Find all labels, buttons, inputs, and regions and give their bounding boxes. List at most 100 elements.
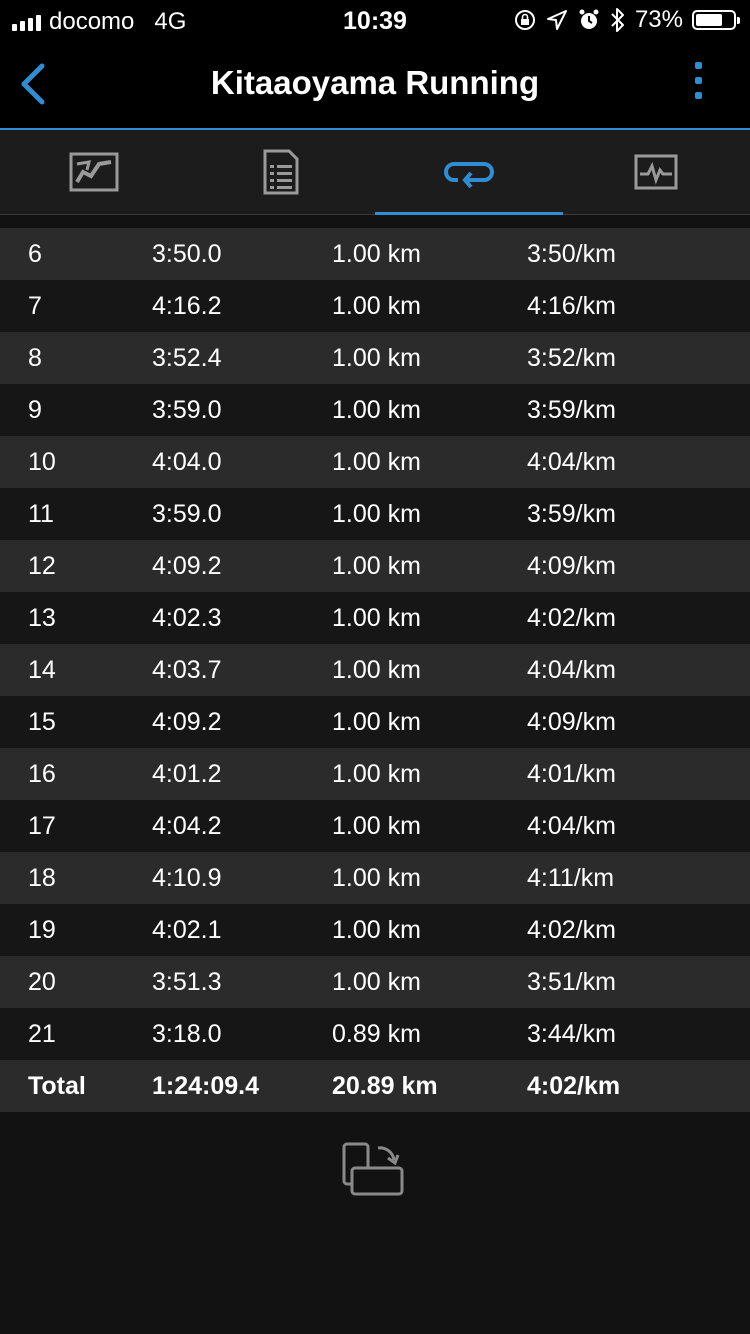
- lap-time-cell: 4:04.2: [152, 811, 222, 840]
- status-bar: docomo 4G 10:39 73%: [0, 0, 750, 40]
- lap-distance-cell: 1.00 km: [332, 499, 421, 528]
- total-row: Total 1:24:09.4 20.89 km 4:02/km: [0, 1060, 750, 1112]
- lap-pace-cell: 3:50/km: [527, 239, 616, 268]
- lap-pace-cell: 3:44/km: [527, 1019, 616, 1048]
- lap-pace-cell: 4:09/km: [527, 551, 616, 580]
- lap-pace-cell: 4:04/km: [527, 811, 616, 840]
- signal-icon: [12, 13, 41, 31]
- table-row: 13 4:02.3 1.00 km 4:02/km: [0, 592, 750, 644]
- lap-pace-cell: 4:04/km: [527, 447, 616, 476]
- lap-number-cell: 11: [28, 499, 54, 528]
- lap-number-cell: 8: [28, 343, 42, 372]
- lap-time-cell: 4:02.3: [152, 603, 222, 632]
- charts-icon: [634, 154, 678, 190]
- lap-distance-cell: 1.00 km: [332, 343, 421, 372]
- lap-number-cell: 10: [28, 447, 56, 476]
- lap-pace-cell: 3:51/km: [527, 967, 616, 996]
- lap-number-cell: 20: [28, 967, 56, 996]
- lap-number-cell: 19: [28, 915, 56, 944]
- alarm-icon: [579, 9, 599, 29]
- table-row: 12 4:09.2 1.00 km 4:09/km: [0, 540, 750, 592]
- lap-number-cell: 14: [28, 655, 56, 684]
- vertical-dots-icon: [686, 62, 710, 99]
- lap-distance-cell: 1.00 km: [332, 447, 421, 476]
- tab-summary[interactable]: [188, 130, 376, 214]
- lap-time-cell: 3:51.3: [152, 967, 222, 996]
- lap-time-cell: 4:09.2: [152, 707, 222, 736]
- rotate-device-icon: [342, 1142, 404, 1196]
- lap-number-cell: 13: [28, 603, 56, 632]
- lap-number-cell: Total: [28, 1071, 86, 1100]
- table-row: 16 4:01.2 1.00 km 4:01/km: [0, 748, 750, 800]
- tab-map[interactable]: [0, 130, 188, 214]
- lap-time-cell: 4:03.7: [152, 655, 222, 684]
- tab-bar: [0, 130, 750, 215]
- lap-distance-cell: 1.00 km: [332, 967, 421, 996]
- lap-distance-cell: 1.00 km: [332, 915, 421, 944]
- battery-icon: [692, 10, 740, 30]
- lap-number-cell: 21: [28, 1019, 56, 1048]
- rotate-device-button[interactable]: [340, 1140, 410, 1202]
- lap-distance-cell: 1.00 km: [332, 291, 421, 320]
- table-row: 19 4:02.1 1.00 km 4:02/km: [0, 904, 750, 956]
- lap-number-cell: 15: [28, 707, 56, 736]
- table-row: 18 4:10.9 1.00 km 4:11/km: [0, 852, 750, 904]
- laps-icon: [443, 162, 494, 189]
- tab-charts[interactable]: [563, 130, 750, 214]
- lap-distance-cell: 1.00 km: [332, 603, 421, 632]
- map-icon: [69, 152, 119, 192]
- lap-number-cell: 17: [28, 811, 56, 840]
- lap-pace-cell: 4:09/km: [527, 707, 616, 736]
- table-row: 21 3:18.0 0.89 km 3:44/km: [0, 1008, 750, 1060]
- table-row: 11 3:59.0 1.00 km 3:59/km: [0, 488, 750, 540]
- tab-laps[interactable]: [375, 130, 563, 215]
- lap-distance-cell: 1.00 km: [332, 551, 421, 580]
- lap-distance-cell: 1.00 km: [332, 811, 421, 840]
- network-type: 4G: [154, 8, 187, 35]
- lap-number-cell: 18: [28, 863, 56, 892]
- status-right: 73%: [513, 6, 740, 34]
- status-left: docomo 4G: [12, 8, 186, 36]
- navigation-bar: Kitaaoyama Running: [0, 40, 750, 130]
- lap-pace-cell: 4:02/km: [527, 915, 616, 944]
- bluetooth-icon: [611, 8, 624, 32]
- lap-distance-cell: 1.00 km: [332, 239, 421, 268]
- lap-time-cell: 3:50.0: [152, 239, 222, 268]
- lap-distance-cell: 1.00 km: [332, 863, 421, 892]
- table-row: 17 4:04.2 1.00 km 4:04/km: [0, 800, 750, 852]
- lap-pace-cell: 4:16/km: [527, 291, 616, 320]
- lap-time-cell: 3:59.0: [152, 499, 222, 528]
- lap-pace-cell: 3:52/km: [527, 343, 616, 372]
- lap-time-cell: 4:02.1: [152, 915, 222, 944]
- lap-time-cell: 4:04.0: [152, 447, 222, 476]
- lap-number-cell: 9: [28, 395, 42, 424]
- table-row: 20 3:51.3 1.00 km 3:51/km: [0, 956, 750, 1008]
- lap-time-cell: 4:09.2: [152, 551, 222, 580]
- lap-pace-cell: 3:59/km: [527, 395, 616, 424]
- lap-pace-cell: 4:01/km: [527, 759, 616, 788]
- more-options-button[interactable]: [686, 62, 710, 108]
- page-title: Kitaaoyama Running: [210, 64, 540, 101]
- lap-time-cell: 1:24:09.4: [152, 1071, 260, 1100]
- lap-time-cell: 4:16.2: [152, 291, 222, 320]
- summary-list-icon: [263, 149, 299, 195]
- lap-pace-cell: 4:04/km: [527, 655, 616, 684]
- lap-time-cell: 3:18.0: [152, 1019, 222, 1048]
- carrier-name: docomo: [49, 8, 135, 35]
- table-row: 9 3:59.0 1.00 km 3:59/km: [0, 384, 750, 436]
- location-icon: [546, 10, 567, 30]
- lap-number-cell: 7: [28, 291, 42, 320]
- lap-time-cell: 4:01.2: [152, 759, 222, 788]
- lap-time-cell: 4:10.9: [152, 863, 222, 892]
- lap-distance-cell: 1.00 km: [332, 707, 421, 736]
- table-row: 14 4:03.7 1.00 km 4:04/km: [0, 644, 750, 696]
- lap-distance-cell: 0.89 km: [332, 1019, 421, 1048]
- table-row: 10 4:04.0 1.00 km 4:04/km: [0, 436, 750, 488]
- lap-distance-cell: 20.89 km: [332, 1071, 438, 1100]
- lap-number-cell: 6: [28, 239, 42, 268]
- lap-pace-cell: 3:59/km: [527, 499, 616, 528]
- lap-time-cell: 3:59.0: [152, 395, 222, 424]
- lap-distance-cell: 1.00 km: [332, 395, 421, 424]
- lap-number-cell: 12: [28, 551, 56, 580]
- orientation-lock-icon: [514, 10, 535, 30]
